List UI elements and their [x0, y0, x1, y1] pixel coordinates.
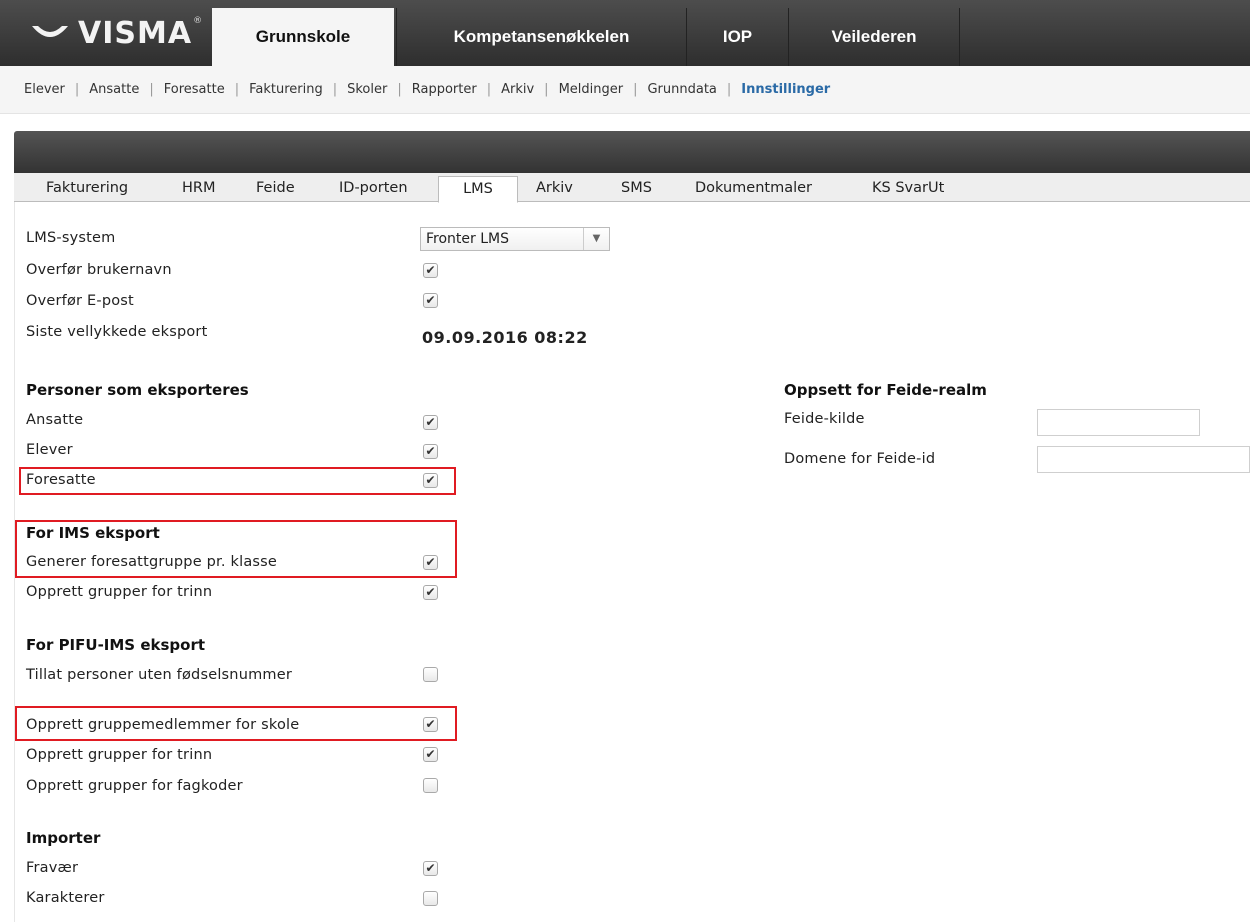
- elever-label: Elever: [26, 442, 73, 458]
- subnav-skoler[interactable]: Skoler: [347, 82, 387, 97]
- main-tab-kompetansenokkelen[interactable]: Kompetansenøkkelen: [396, 8, 686, 66]
- tab-sms[interactable]: SMS: [621, 176, 652, 202]
- pifu-heading: For PIFU-IMS eksport: [26, 636, 206, 654]
- highlight-foresatte: [19, 467, 456, 495]
- domene-feide-id-input[interactable]: [1037, 446, 1250, 473]
- importer-heading: Importer: [26, 829, 101, 847]
- subnav-rapporter[interactable]: Rapporter: [412, 82, 477, 97]
- tab-fakturering[interactable]: Fakturering: [46, 176, 128, 202]
- siste-eksport-label: Siste vellykkede eksport: [26, 324, 208, 340]
- tab-dokumentmaler[interactable]: Dokumentmaler: [695, 176, 812, 202]
- overfor-brukernavn-label: Overfør brukernavn: [26, 262, 172, 278]
- visma-swoosh-icon: [32, 26, 68, 37]
- tab-arkiv[interactable]: Arkiv: [536, 176, 573, 202]
- siste-eksport-value: 09.09.2016 08:22: [422, 328, 588, 347]
- lms-system-value: Fronter LMS: [426, 231, 509, 247]
- logo-text: VISMA: [78, 15, 193, 51]
- subnav-innstillinger[interactable]: Innstillinger: [741, 82, 830, 97]
- panel-header: [14, 131, 1250, 173]
- fravaer-checkbox[interactable]: ✔: [423, 861, 438, 876]
- ims-trinn-label: Opprett grupper for trinn: [26, 584, 213, 600]
- feide-kilde-label: Feide-kilde: [784, 411, 865, 427]
- subnav-separator: |: [74, 82, 80, 97]
- subnav-fakturering[interactable]: Fakturering: [249, 82, 323, 97]
- subnav-grunndata[interactable]: Grunndata: [647, 82, 716, 97]
- chevron-down-icon: ▼: [583, 228, 609, 250]
- karakterer-label: Karakterer: [26, 890, 105, 906]
- visma-logo[interactable]: VISMA ®: [30, 14, 210, 52]
- main-tab-veilederen[interactable]: Veilederen: [788, 8, 960, 66]
- tillat-personer-checkbox[interactable]: ✔: [423, 667, 438, 682]
- main-tab-iop[interactable]: IOP: [686, 8, 788, 66]
- subnav-separator: |: [397, 82, 402, 97]
- elever-checkbox[interactable]: ✔: [423, 444, 438, 459]
- subnav-meldinger[interactable]: Meldinger: [559, 82, 624, 97]
- subnav-ansatte[interactable]: Ansatte: [89, 82, 139, 97]
- highlight-gruppemedlemmer: [15, 706, 457, 741]
- feide-kilde-input[interactable]: [1037, 409, 1200, 436]
- subnav-separator: |: [544, 82, 549, 97]
- fagkoder-checkbox[interactable]: ✔: [423, 778, 438, 793]
- tillat-personer-label: Tillat personer uten fødselsnummer: [26, 667, 293, 683]
- feide-realm-heading: Oppsett for Feide-realm: [784, 381, 987, 399]
- top-bar: VISMA ® Grunnskole Kompetansenøkkelen IO…: [0, 0, 1250, 66]
- subnav-arkiv[interactable]: Arkiv: [501, 82, 534, 97]
- lms-system-select[interactable]: Fronter LMS ▼: [420, 227, 610, 251]
- tab-hrm[interactable]: HRM: [182, 176, 216, 202]
- subnav-separator: |: [633, 82, 638, 97]
- tab-id-porten[interactable]: ID-porten: [339, 176, 408, 202]
- ansatte-checkbox[interactable]: ✔: [423, 415, 438, 430]
- subnav-foresatte[interactable]: Foresatte: [164, 82, 225, 97]
- subnav-separator: |: [149, 82, 154, 97]
- pifu-trinn-checkbox[interactable]: ✔: [423, 747, 438, 762]
- lms-system-label: LMS-system: [26, 230, 116, 246]
- tab-lms[interactable]: LMS: [438, 176, 518, 203]
- logo-registered-mark: ®: [193, 16, 203, 26]
- tab-ks-svarut[interactable]: KS SvarUt: [872, 176, 944, 202]
- domene-feide-id-label: Domene for Feide-id: [784, 451, 936, 467]
- subnav-separator: |: [332, 82, 338, 97]
- karakterer-checkbox[interactable]: ✔: [423, 891, 438, 906]
- tab-feide[interactable]: Feide: [256, 176, 295, 202]
- fravaer-label: Fravær: [26, 860, 79, 876]
- ansatte-label: Ansatte: [26, 412, 84, 428]
- ims-trinn-checkbox[interactable]: ✔: [423, 585, 438, 600]
- settings-tabs: Fakturering HRM Feide ID-porten LMS Arki…: [14, 173, 1250, 203]
- pifu-trinn-label: Opprett grupper for trinn: [26, 747, 213, 763]
- subnav-separator: |: [486, 82, 492, 97]
- personer-heading: Personer som eksporteres: [26, 381, 249, 399]
- highlight-ims: [15, 520, 457, 578]
- subnav-separator: |: [234, 82, 240, 97]
- main-tab-grunnskole[interactable]: Grunnskole: [212, 8, 394, 66]
- subnav-elever[interactable]: Elever: [24, 82, 65, 97]
- overfor-epost-checkbox[interactable]: ✔: [423, 293, 438, 308]
- fagkoder-label: Opprett grupper for fagkoder: [26, 778, 243, 794]
- sub-navigation: Elever | Ansatte | Foresatte | Fakturering |…: [0, 66, 1250, 114]
- overfor-brukernavn-checkbox[interactable]: ✔: [423, 263, 438, 278]
- subnav-separator: |: [726, 82, 732, 97]
- overfor-epost-label: Overfør E-post: [26, 293, 134, 309]
